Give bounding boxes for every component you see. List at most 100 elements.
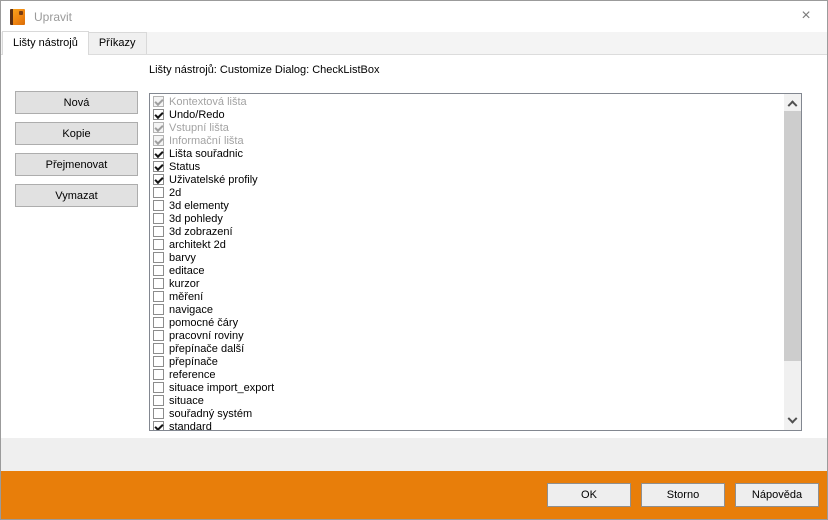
checkbox-icon[interactable]: [153, 161, 164, 172]
checklist-row[interactable]: Uživatelské profily: [150, 173, 784, 186]
checklist-row[interactable]: situace import_export: [150, 381, 784, 394]
footer-separator-strip: [1, 438, 827, 471]
checklist-row[interactable]: Informační lišta: [150, 134, 784, 147]
window-title: Upravit: [34, 10, 72, 24]
scroll-up-icon[interactable]: [784, 94, 801, 111]
tab-label: Lišty nástrojů: [13, 37, 78, 49]
checklist-item-label: kurzor: [169, 278, 200, 290]
checkbox-icon[interactable]: [153, 109, 164, 120]
checklist-row[interactable]: pomocné čáry: [150, 316, 784, 329]
checkbox-icon[interactable]: [153, 213, 164, 224]
checklist-item-label: barvy: [169, 252, 196, 264]
checklist-item-label: situace import_export: [169, 382, 274, 394]
checkbox-icon[interactable]: [153, 421, 164, 431]
side-button[interactable]: Kopie: [15, 122, 138, 145]
checklist-row[interactable]: barvy: [150, 251, 784, 264]
side-button[interactable]: Nová: [15, 91, 138, 114]
footer-button[interactable]: Storno: [641, 483, 725, 507]
checklist-row[interactable]: standard: [150, 420, 784, 431]
checkbox-icon[interactable]: [153, 408, 164, 419]
checklist-item-label: přepínače další: [169, 343, 244, 355]
side-button[interactable]: Přejmenovat: [15, 153, 138, 176]
app-icon: [10, 9, 25, 25]
side-button-label: Vymazat: [55, 190, 97, 202]
toolbar-checklistbox[interactable]: Kontextová lišta Undo/Redo Vstupní lišta: [149, 93, 802, 431]
checklist-row[interactable]: 3d zobrazení: [150, 225, 784, 238]
checklist-item-label: navigace: [169, 304, 213, 316]
edit-dialog-window: Upravit × Lišty nástrojů Příkazy Lišty n…: [0, 0, 828, 520]
checklist-item-label: standard: [169, 421, 212, 432]
checklist-row[interactable]: Lišta souřadnic: [150, 147, 784, 160]
checklist-row[interactable]: Undo/Redo: [150, 108, 784, 121]
checklist-item-label: Kontextová lišta: [169, 96, 247, 108]
checkbox-icon[interactable]: [153, 291, 164, 302]
checkbox-icon[interactable]: [153, 200, 164, 211]
checklist-row[interactable]: 3d elementy: [150, 199, 784, 212]
tab[interactable]: Lišty nástrojů: [2, 31, 89, 55]
checkbox-icon[interactable]: [153, 395, 164, 406]
checkbox-icon[interactable]: [153, 252, 164, 263]
checkbox-icon[interactable]: [153, 330, 164, 341]
checkbox-icon[interactable]: [153, 265, 164, 276]
side-button-label: Kopie: [62, 128, 90, 140]
checklist-item-label: reference: [169, 369, 215, 381]
checklist-row[interactable]: editace: [150, 264, 784, 277]
checklist-item-label: pomocné čáry: [169, 317, 238, 329]
checkbox-icon[interactable]: [153, 135, 164, 146]
checklist-row[interactable]: 3d pohledy: [150, 212, 784, 225]
checkbox-icon[interactable]: [153, 174, 164, 185]
checkbox-icon[interactable]: [153, 278, 164, 289]
checkbox-icon[interactable]: [153, 304, 164, 315]
checkbox-icon[interactable]: [153, 369, 164, 380]
checkbox-icon[interactable]: [153, 96, 164, 107]
checklist-items: Kontextová lišta Undo/Redo Vstupní lišta: [150, 95, 784, 431]
checkbox-icon[interactable]: [153, 239, 164, 250]
footer-button[interactable]: Nápověda: [735, 483, 819, 507]
footer-button[interactable]: OK: [547, 483, 631, 507]
checklist-row[interactable]: 2d: [150, 186, 784, 199]
checkbox-icon[interactable]: [153, 226, 164, 237]
close-icon[interactable]: ×: [791, 4, 821, 28]
checkbox-icon[interactable]: [153, 317, 164, 328]
checklist-item-label: Lišta souřadnic: [169, 148, 243, 160]
checklist-row[interactable]: Status: [150, 160, 784, 173]
checklist-item-label: 3d zobrazení: [169, 226, 233, 238]
checklist-caption: Lišty nástrojů: Customize Dialog: CheckL…: [149, 64, 379, 76]
checklist-row[interactable]: měření: [150, 290, 784, 303]
checklist-row[interactable]: pracovní roviny: [150, 329, 784, 342]
checkbox-icon[interactable]: [153, 122, 164, 133]
checkbox-icon[interactable]: [153, 343, 164, 354]
side-button-column: Nová Kopie Přejmenovat Vymazat: [15, 91, 138, 215]
checklist-row[interactable]: přepínače další: [150, 342, 784, 355]
checklist-row[interactable]: Kontextová lišta: [150, 95, 784, 108]
checkbox-icon[interactable]: [153, 356, 164, 367]
checklist-item-label: architekt 2d: [169, 239, 226, 251]
checkbox-icon[interactable]: [153, 148, 164, 159]
checklist-row[interactable]: navigace: [150, 303, 784, 316]
checklist-row[interactable]: situace: [150, 394, 784, 407]
checklist-row[interactable]: architekt 2d: [150, 238, 784, 251]
tabstrip: Lišty nástrojů Příkazy: [1, 32, 827, 55]
checklist-item-label: Undo/Redo: [169, 109, 225, 121]
checklist-item-label: 2d: [169, 187, 181, 199]
checkbox-icon[interactable]: [153, 187, 164, 198]
checklist-item-label: Informační lišta: [169, 135, 244, 147]
checklist-item-label: měření: [169, 291, 203, 303]
titlebar: Upravit ×: [1, 1, 827, 32]
checklist-item-label: Status: [169, 161, 200, 173]
side-button[interactable]: Vymazat: [15, 184, 138, 207]
checkbox-icon[interactable]: [153, 382, 164, 393]
side-button-label: Přejmenovat: [46, 159, 108, 171]
checklist-row[interactable]: reference: [150, 368, 784, 381]
checklist-row[interactable]: kurzor: [150, 277, 784, 290]
checklist-row[interactable]: Vstupní lišta: [150, 121, 784, 134]
footer-button-label: Nápověda: [752, 489, 802, 501]
scroll-down-icon[interactable]: [784, 413, 801, 430]
checklist-item-label: Uživatelské profily: [169, 174, 258, 186]
vertical-scrollbar[interactable]: [784, 94, 801, 430]
checklist-row[interactable]: souřadný systém: [150, 407, 784, 420]
footer-button-label: Storno: [667, 489, 699, 501]
scrollbar-thumb[interactable]: [784, 111, 801, 361]
tab[interactable]: Příkazy: [88, 32, 147, 54]
checklist-row[interactable]: přepínače: [150, 355, 784, 368]
